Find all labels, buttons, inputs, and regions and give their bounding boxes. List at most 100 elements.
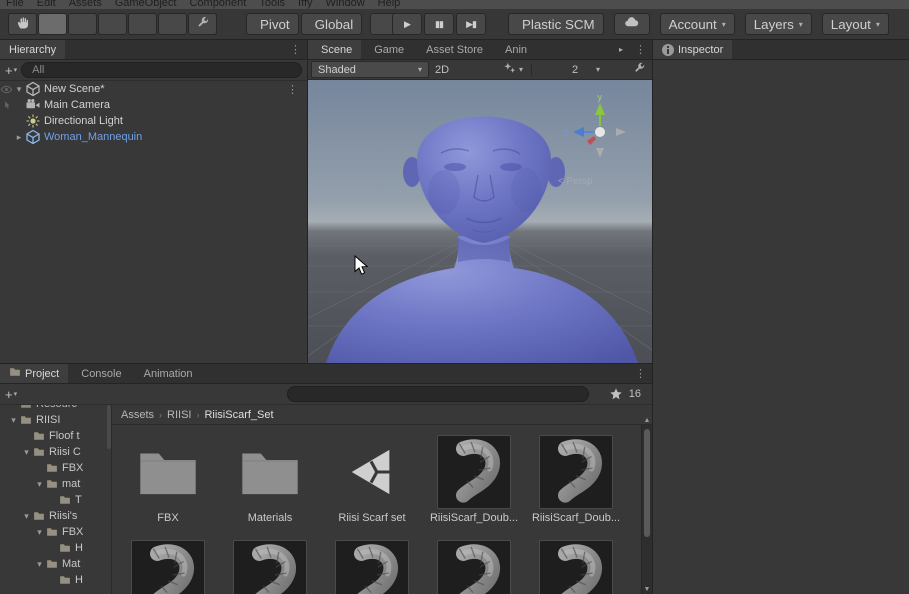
- hierarchy-item-main-camera[interactable]: Main Camera: [0, 97, 307, 113]
- scene-lighting-button[interactable]: [455, 61, 475, 78]
- grid-item-riisiscarf-doub[interactable]: RiisiScarf_Doub...: [528, 435, 624, 524]
- tab-bottom-project[interactable]: Project: [0, 364, 68, 383]
- scene-viewport[interactable]: y z < Persp: [308, 80, 652, 363]
- tab-overflow-icon[interactable]: ▸: [619, 45, 623, 54]
- tab-bottom-animation[interactable]: Animation: [131, 364, 202, 383]
- favorites-button[interactable]: [609, 387, 623, 401]
- tree-item-mat[interactable]: ▾Mat: [0, 556, 111, 572]
- layout-dropdown[interactable]: Layout ▾: [822, 13, 889, 35]
- grid-scrollbar[interactable]: ▲ ▼: [641, 425, 652, 594]
- grid-visibility-dropdown[interactable]: ▾: [587, 61, 607, 78]
- camera-mode-label[interactable]: < Persp: [558, 176, 593, 187]
- plastic-scm-button[interactable]: Plastic SCM: [508, 13, 604, 35]
- grid-item-scarf[interactable]: [426, 540, 522, 594]
- move-tool-button[interactable]: [38, 13, 67, 35]
- scroll-down-icon[interactable]: ▼: [642, 586, 652, 593]
- breadcrumb-assets[interactable]: Assets: [121, 409, 154, 421]
- play-button[interactable]: ▶: [392, 13, 422, 35]
- eye-icon[interactable]: [0, 83, 13, 96]
- menu-item-help[interactable]: Help: [378, 0, 401, 9]
- grid-item-materials[interactable]: Materials: [222, 435, 318, 524]
- menu-item-edit[interactable]: Edit: [37, 0, 56, 9]
- tree-item-riisi[interactable]: ▾RIISI: [0, 412, 111, 428]
- menu-item-iffy[interactable]: Iffy: [298, 0, 312, 9]
- panel-menu-icon[interactable]: ⋮: [635, 367, 646, 380]
- rect-tool-button[interactable]: [128, 13, 157, 35]
- menu-item-gameobject[interactable]: GameObject: [115, 0, 177, 9]
- tree-scrollbar[interactable]: [107, 405, 111, 449]
- grid-item-riisi-scarf-set[interactable]: Riisi Scarf set: [324, 435, 420, 524]
- expander-icon[interactable]: ▾: [21, 447, 32, 458]
- grid-item-riisiscarf-doub[interactable]: RiisiScarf_Doub...: [426, 435, 522, 524]
- panel-menu-icon[interactable]: ⋮: [290, 43, 301, 56]
- scale-tool-button[interactable]: [98, 13, 127, 35]
- tab-bottom-console[interactable]: Console: [68, 364, 130, 383]
- toggle-2d-button[interactable]: 2D: [432, 61, 452, 78]
- account-dropdown[interactable]: Account ▾: [660, 13, 735, 35]
- tab-view-asset-store[interactable]: Asset Store: [413, 40, 492, 59]
- tree-item-fbx[interactable]: ▾FBX: [0, 524, 111, 540]
- menu-item-tools[interactable]: Tools: [259, 0, 285, 9]
- hierarchy-item-new-scene[interactable]: ▾New Scene*⋮: [0, 81, 307, 97]
- panel-menu-icon[interactable]: ⋮: [635, 43, 646, 56]
- expander-icon[interactable]: ▸: [13, 132, 25, 143]
- hidden-packages-button[interactable]: 16: [627, 388, 647, 400]
- grid-item-scarf[interactable]: [528, 540, 624, 594]
- project-search-input[interactable]: [298, 388, 582, 400]
- menu-item-file[interactable]: File: [6, 0, 24, 9]
- tree-item-mat[interactable]: ▾mat: [0, 476, 111, 492]
- transform-tool-button[interactable]: [158, 13, 187, 35]
- tab-view-game[interactable]: Game: [361, 40, 413, 59]
- hidden-objects-button[interactable]: 2: [564, 61, 584, 78]
- tab-view-scene[interactable]: Scene: [308, 40, 361, 59]
- menu-item-assets[interactable]: Assets: [69, 0, 102, 9]
- tree-item-fbx[interactable]: FBX: [0, 460, 111, 476]
- tab-hierarchy[interactable]: Hierarchy: [0, 40, 65, 59]
- scene-tool-settings-button[interactable]: [629, 61, 649, 78]
- hand-tool-button[interactable]: [8, 13, 37, 35]
- layers-dropdown[interactable]: Layers ▾: [745, 13, 812, 35]
- scroll-up-icon[interactable]: ▲: [642, 417, 652, 424]
- expander-icon[interactable]: ▾: [34, 559, 45, 570]
- tree-item-floof-t[interactable]: Floof t: [0, 428, 111, 444]
- expander-icon[interactable]: ▾: [34, 479, 45, 490]
- grid-item-scarf[interactable]: [120, 540, 216, 594]
- tree-item-riisi-s[interactable]: ▾Riisi's: [0, 508, 111, 524]
- tab-inspector[interactable]: Inspector: [653, 40, 732, 59]
- expander-icon[interactable]: ▾: [13, 84, 25, 95]
- pivot-toggle-button[interactable]: Pivot: [246, 13, 299, 35]
- hierarchy-search-input[interactable]: [32, 64, 295, 76]
- menu-item-window[interactable]: Window: [326, 0, 365, 9]
- pointer-icon[interactable]: [0, 100, 13, 110]
- expander-icon[interactable]: ▾: [21, 511, 32, 522]
- grid-item-scarf[interactable]: [324, 540, 420, 594]
- grid-item-scarf[interactable]: [222, 540, 318, 594]
- tree-item-resourc[interactable]: Resourc: [0, 405, 111, 412]
- cloud-services-button[interactable]: [614, 13, 650, 35]
- scene-audio-button[interactable]: [478, 61, 498, 78]
- shading-mode-dropdown[interactable]: Shaded ▾: [311, 61, 429, 78]
- create-asset-button[interactable]: + ▾: [5, 388, 17, 401]
- tree-item-h[interactable]: H: [0, 572, 111, 588]
- add-object-button[interactable]: + ▾: [5, 64, 17, 77]
- hierarchy-item-woman-mannequin[interactable]: ▸Woman_Mannequin: [0, 129, 307, 145]
- item-menu-icon[interactable]: ⋮: [287, 83, 307, 96]
- expander-icon[interactable]: ▾: [34, 527, 45, 538]
- menu-item-component[interactable]: Component: [189, 0, 246, 9]
- scene-effects-dropdown[interactable]: ▾: [501, 61, 525, 78]
- global-toggle-button[interactable]: Global: [301, 13, 363, 35]
- rotate-tool-button[interactable]: [68, 13, 97, 35]
- hierarchy-item-directional-light[interactable]: Directional Light: [0, 113, 307, 129]
- tab-view-anin[interactable]: Anin: [492, 40, 536, 59]
- tree-item-h[interactable]: H: [0, 540, 111, 556]
- tree-item-riisi-c[interactable]: ▾Riisi C: [0, 444, 111, 460]
- breadcrumb-riisi[interactable]: RIISI: [167, 409, 191, 421]
- tree-item-t[interactable]: T: [0, 492, 111, 508]
- grid-item-fbx[interactable]: FBX: [120, 435, 216, 524]
- step-button[interactable]: ▶▮: [456, 13, 486, 35]
- expander-icon[interactable]: ▾: [8, 415, 19, 426]
- scrollbar-thumb[interactable]: [644, 429, 650, 537]
- scene-canvas[interactable]: y z < Persp: [308, 80, 652, 363]
- custom-tool-button[interactable]: [188, 13, 217, 35]
- pause-button[interactable]: ▮▮: [424, 13, 454, 35]
